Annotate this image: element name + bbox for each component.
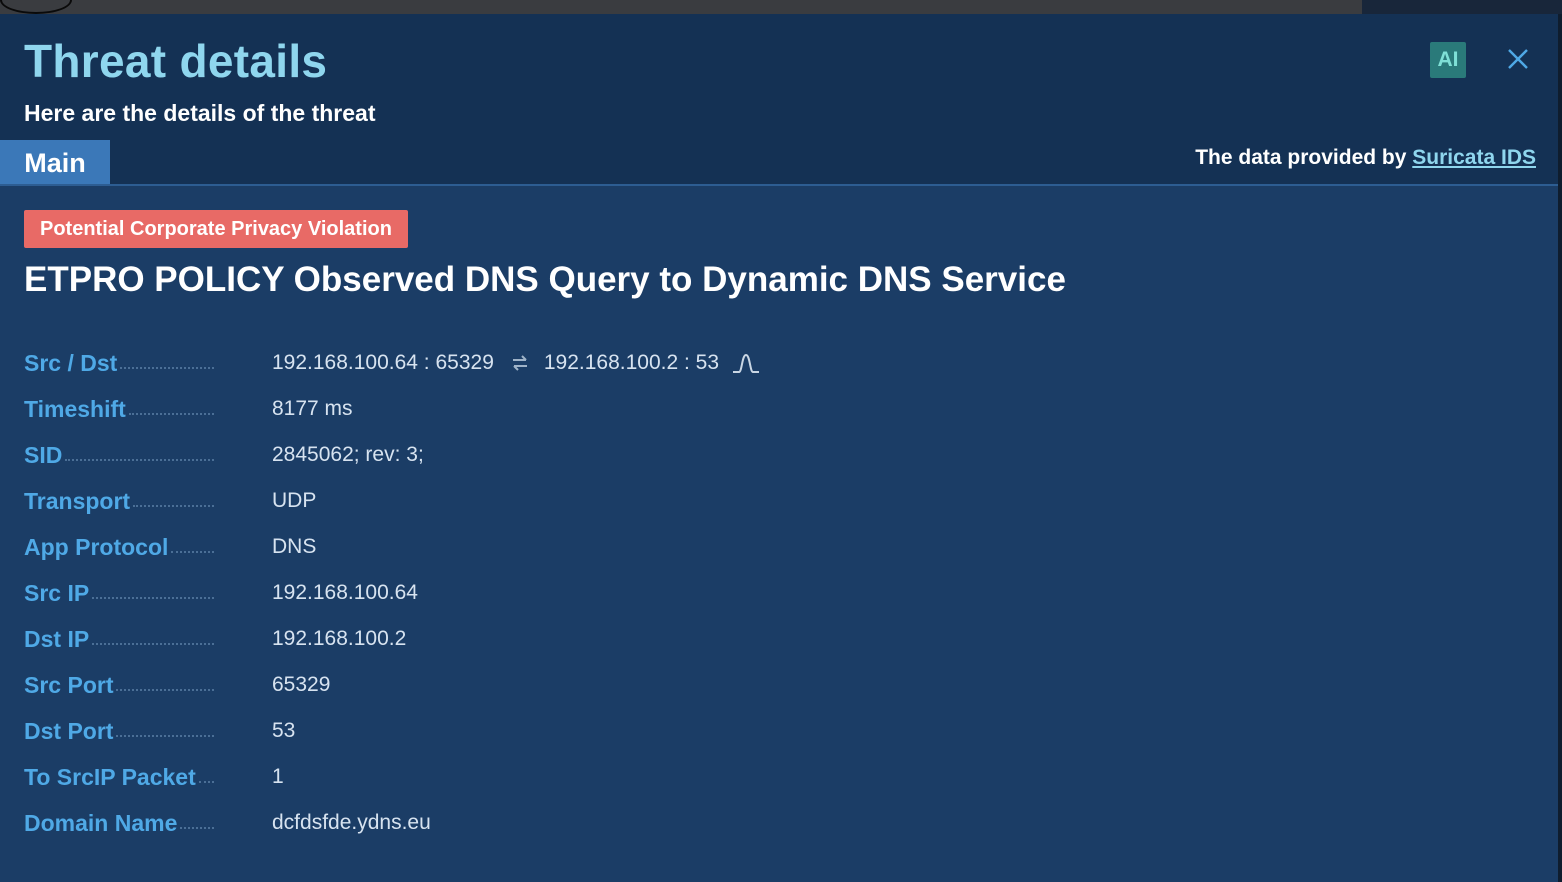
threat-details-panel: Threat details Here are the details of t… — [0, 14, 1558, 882]
label-text: Timeshift — [24, 395, 126, 422]
signal-pulse-icon[interactable] — [731, 351, 761, 375]
detail-value-sid: 2845062; rev: 3; — [272, 443, 424, 466]
label-text: Src IP — [24, 579, 90, 606]
dot-leader — [92, 596, 214, 599]
window-top-strip — [0, 0, 1562, 14]
swap-arrows-icon[interactable] — [510, 353, 530, 373]
dst-endpoint: 192.168.100.2 : 53 — [543, 351, 720, 374]
detail-value-to-srcip-packet: 1 — [272, 765, 284, 788]
detail-value-src-dst: 192.168.100.64 : 65329 192.168.100.2 : 5… — [272, 351, 761, 375]
detail-label-to-srcip-packet: To SrcIP Packet — [24, 764, 214, 791]
tab-main[interactable]: Main — [0, 140, 110, 186]
dot-leader — [116, 734, 214, 737]
label-text: Domain Name — [24, 809, 178, 836]
dot-leader — [171, 550, 214, 553]
detail-label-timeshift: Timeshift — [24, 396, 214, 423]
dot-leader — [128, 412, 214, 415]
close-icon[interactable] — [1505, 46, 1531, 72]
details-list: Src / Dst 192.168.100.64 : 65329 192.168… — [24, 340, 1224, 846]
label-text: Dst IP — [24, 625, 90, 652]
detail-value-transport: UDP — [272, 489, 317, 512]
dot-leader — [116, 688, 214, 691]
detail-value-timeshift: 8177 ms — [272, 397, 353, 420]
detail-row-sid: SID 2845062; rev: 3; — [24, 432, 1224, 478]
detail-row-to-srcip-packet: To SrcIP Packet 1 — [24, 754, 1224, 800]
dot-leader — [92, 642, 214, 645]
ai-button[interactable]: AI — [1430, 42, 1466, 78]
detail-label-domain-name: Domain Name — [24, 810, 214, 837]
detail-label-dst-port: Dst Port — [24, 718, 214, 745]
detail-label-app-protocol: App Protocol — [24, 534, 214, 561]
threat-signature: ETPRO POLICY Observed DNS Query to Dynam… — [24, 260, 1066, 299]
dot-leader — [120, 366, 214, 369]
label-text: App Protocol — [24, 533, 169, 560]
dot-leader — [198, 780, 214, 783]
detail-label-sid: SID — [24, 442, 214, 469]
window-control — [0, 0, 72, 14]
detail-row-domain-name: Domain Name dcfdsfde.ydns.eu — [24, 800, 1224, 846]
window-right-edge — [1558, 14, 1562, 882]
detail-label-src-ip: Src IP — [24, 580, 214, 607]
top-right-area — [1362, 0, 1562, 14]
detail-value-domain-name: dcfdsfde.ydns.eu — [272, 811, 431, 834]
label-text: SID — [24, 441, 63, 468]
detail-row-transport: Transport UDP — [24, 478, 1224, 524]
dot-leader — [180, 826, 214, 829]
dot-leader — [133, 504, 214, 507]
detail-label-transport: Transport — [24, 488, 214, 515]
detail-value-dst-ip: 192.168.100.2 — [272, 627, 407, 650]
page-subtitle: Here are the details of the threat — [24, 100, 376, 126]
detail-row-src-dst: Src / Dst 192.168.100.64 : 65329 192.168… — [24, 340, 1224, 386]
detail-value-dst-port: 53 — [272, 719, 296, 742]
label-text: Src Port — [24, 671, 114, 698]
threat-category-badge: Potential Corporate Privacy Violation — [24, 210, 408, 248]
panel-header: Threat details Here are the details of t… — [0, 14, 1558, 186]
detail-label-src-port: Src Port — [24, 672, 214, 699]
label-text: Dst Port — [24, 717, 114, 744]
detail-value-src-ip: 192.168.100.64 — [272, 581, 418, 604]
label-text: Src / Dst — [24, 349, 118, 376]
detail-row-src-ip: Src IP 192.168.100.64 — [24, 570, 1224, 616]
detail-row-dst-port: Dst Port 53 — [24, 708, 1224, 754]
header-divider — [0, 184, 1558, 186]
data-provider: The data provided by Suricata IDS — [1195, 146, 1536, 170]
detail-value-app-protocol: DNS — [272, 535, 317, 558]
provider-link[interactable]: Suricata IDS — [1412, 146, 1536, 169]
page-title: Threat details — [24, 35, 328, 87]
detail-label-dst-ip: Dst IP — [24, 626, 214, 653]
label-text: To SrcIP Packet — [24, 763, 196, 790]
detail-row-dst-ip: Dst IP 192.168.100.2 — [24, 616, 1224, 662]
detail-row-app-protocol: App Protocol DNS — [24, 524, 1224, 570]
detail-row-src-port: Src Port 65329 — [24, 662, 1224, 708]
dot-leader — [65, 458, 214, 461]
provider-prefix: The data provided by — [1195, 146, 1407, 169]
detail-label-src-dst: Src / Dst — [24, 350, 214, 377]
detail-row-timeshift: Timeshift 8177 ms — [24, 386, 1224, 432]
src-endpoint: 192.168.100.64 : 65329 — [272, 351, 494, 374]
detail-value-src-port: 65329 — [272, 673, 331, 696]
label-text: Transport — [24, 487, 131, 514]
